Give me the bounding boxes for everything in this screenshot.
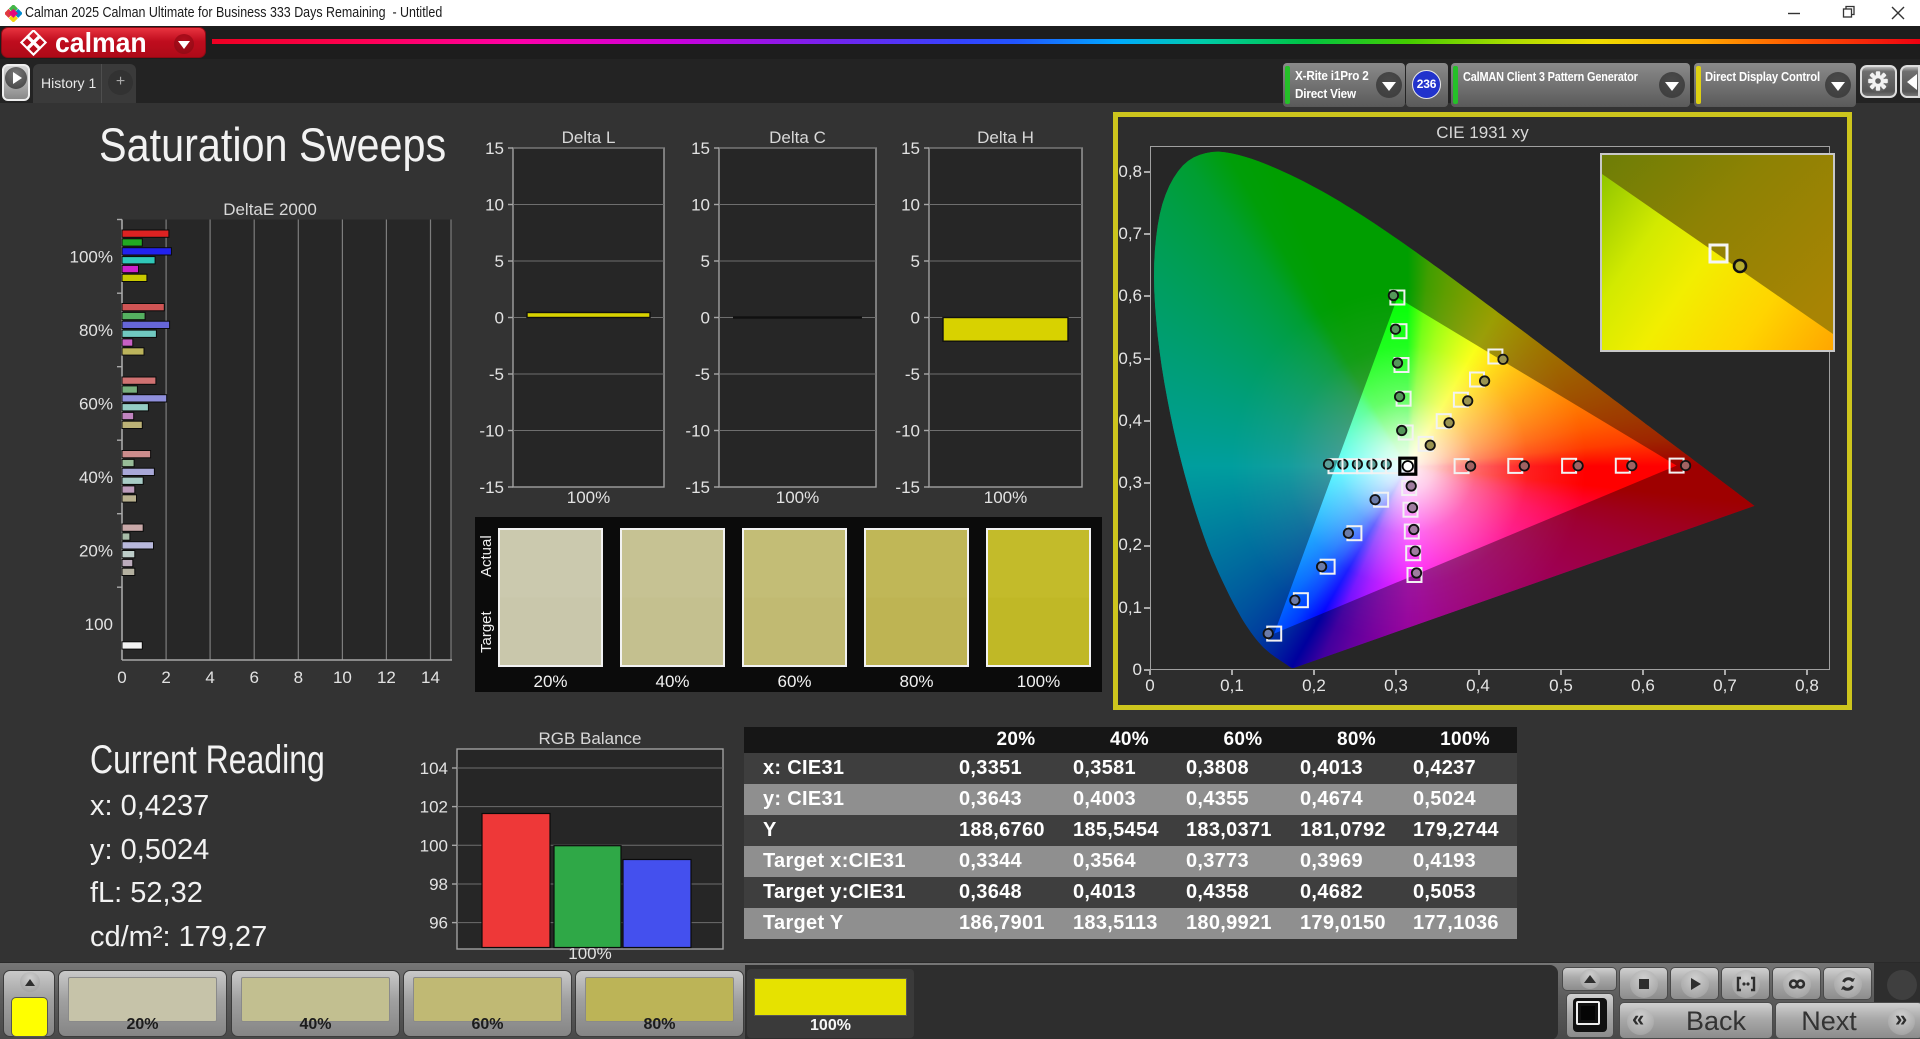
svg-text:0: 0 <box>495 309 504 328</box>
svg-text:80%: 80% <box>79 321 113 340</box>
svg-text:0: 0 <box>117 668 126 687</box>
svg-text:0: 0 <box>911 309 920 328</box>
svg-text:40%: 40% <box>79 468 113 487</box>
svg-text:10: 10 <box>901 196 920 215</box>
svg-text:DeltaE 2000: DeltaE 2000 <box>223 203 317 219</box>
svg-text:Delta H: Delta H <box>977 128 1034 147</box>
svg-text:10: 10 <box>485 196 504 215</box>
svg-text:15: 15 <box>485 139 504 158</box>
svg-text:Delta L: Delta L <box>562 128 616 147</box>
svg-text:102: 102 <box>420 798 448 817</box>
svg-text:-10: -10 <box>480 422 504 441</box>
svg-text:104: 104 <box>420 759 448 778</box>
svg-text:-10: -10 <box>895 422 920 441</box>
svg-text:15: 15 <box>691 139 710 158</box>
svg-text:100: 100 <box>420 836 448 855</box>
svg-text:10: 10 <box>691 196 710 215</box>
svg-text:14: 14 <box>421 668 440 687</box>
svg-text:8: 8 <box>294 668 303 687</box>
svg-text:98: 98 <box>429 875 448 894</box>
svg-text:-5: -5 <box>905 365 920 384</box>
svg-text:12: 12 <box>377 668 396 687</box>
svg-text:4: 4 <box>205 668 214 687</box>
svg-text:100%: 100% <box>776 488 819 507</box>
svg-text:100%: 100% <box>70 248 113 267</box>
svg-text:Delta C: Delta C <box>769 128 826 147</box>
svg-text:60%: 60% <box>79 395 113 414</box>
svg-text:-10: -10 <box>685 422 710 441</box>
svg-text:2: 2 <box>161 668 170 687</box>
svg-text:100: 100 <box>85 615 113 634</box>
svg-text:-15: -15 <box>480 478 504 497</box>
svg-text:-5: -5 <box>695 365 710 384</box>
svg-text:5: 5 <box>911 252 920 271</box>
svg-text:96: 96 <box>429 914 448 933</box>
svg-text:100%: 100% <box>984 488 1027 507</box>
svg-text:-15: -15 <box>895 478 920 497</box>
svg-text:6: 6 <box>249 668 258 687</box>
svg-text:5: 5 <box>701 252 710 271</box>
svg-text:RGB Balance: RGB Balance <box>539 729 642 748</box>
svg-text:-5: -5 <box>489 365 504 384</box>
svg-text:15: 15 <box>901 139 920 158</box>
svg-text:100%: 100% <box>567 488 610 507</box>
svg-text:0: 0 <box>701 309 710 328</box>
svg-text:20%: 20% <box>79 542 113 561</box>
svg-text:10: 10 <box>333 668 352 687</box>
svg-text:5: 5 <box>495 252 504 271</box>
svg-text:-15: -15 <box>685 478 710 497</box>
